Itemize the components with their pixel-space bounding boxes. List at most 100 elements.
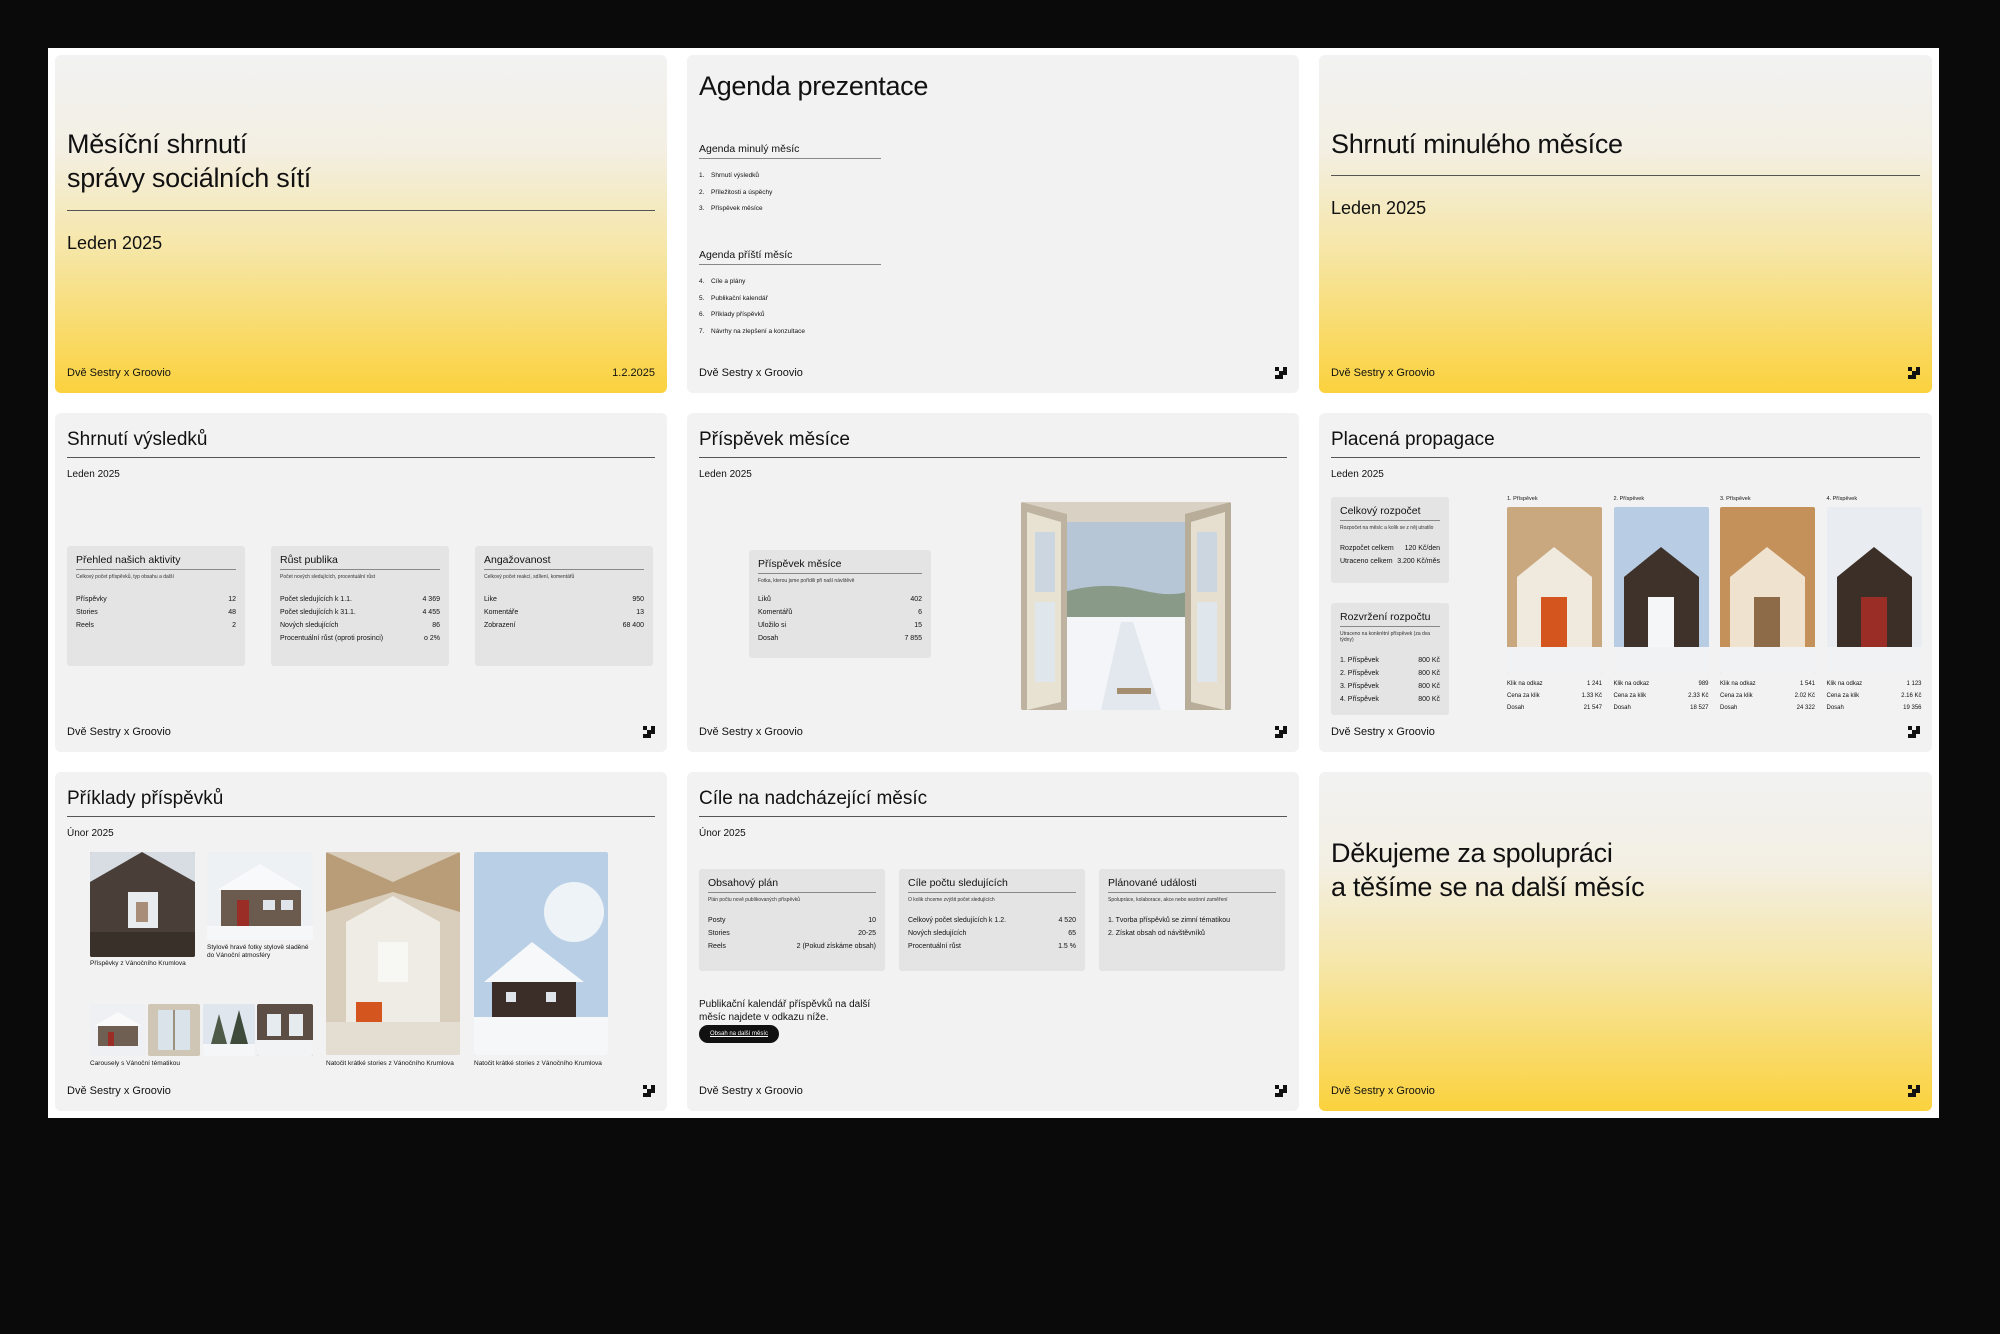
slide-next-goals[interactable]: Cíle na nadcházející měsíc Únor 2025 Obs…	[680, 765, 1306, 1118]
promoted-post-photo	[1507, 507, 1602, 674]
qr-icon	[1275, 726, 1287, 738]
card-title: Obsahový plán	[708, 877, 876, 893]
divider	[699, 816, 1287, 817]
subtitle: Leden 2025	[699, 469, 752, 480]
slide-post-examples[interactable]: Příklady příspěvků Únor 2025 Příspěvky z…	[48, 765, 674, 1118]
stat-label: Příspěvky	[76, 596, 107, 603]
stat-value: 48	[228, 609, 236, 616]
stat-row: 3. Příspěvek 800 Kč	[1340, 683, 1440, 690]
caption-5: Natočit krátké stories z Vánočního Kruml…	[474, 1060, 602, 1067]
caption-4: Natočit krátké stories z Vánočního Kruml…	[326, 1060, 454, 1067]
cabin-window-photo	[90, 852, 195, 957]
agenda-label: Návrhy na zlepšení a konzultace	[711, 327, 805, 335]
agenda-item: 3. Příspěvek měsíce	[699, 205, 763, 212]
stat-label: 2. Získat obsah od návštěvníků	[1108, 930, 1205, 937]
agenda-number: 6.	[699, 311, 705, 318]
stat-value: 4 455	[422, 609, 440, 616]
stat-row: Posty 10	[708, 917, 876, 924]
stat-label: Počet sledujících k 31.1.	[280, 609, 356, 616]
slide-last-month[interactable]: Shrnutí minulého měsíce Leden 2025 Dvě S…	[1312, 48, 1939, 400]
stat-label: Klik na odkaz	[1507, 681, 1543, 687]
stat-label: Dosah	[1720, 705, 1738, 711]
slide-thanks[interactable]: Děkujeme za spolupráci a těšíme se na da…	[1312, 765, 1939, 1118]
agenda-number: 5.	[699, 294, 705, 302]
stat-label: Dosah	[1507, 705, 1525, 711]
stat-card: Plánované události Spolupráce, kolaborace…	[1099, 869, 1285, 971]
stat-label: Dosah	[758, 635, 779, 642]
divider	[67, 457, 655, 458]
subtitle: Únor 2025	[67, 828, 114, 839]
stat-card: Příspěvek měsíce Fotka, kterou jsme poříd…	[749, 550, 931, 658]
slide-results[interactable]: Shrnutí výsledků Leden 2025 Přehled naši…	[48, 406, 674, 759]
subtitle: Leden 2025	[1331, 469, 1384, 480]
stat-card: Obsahový plán Plán počtu nově publikovaný…	[699, 869, 885, 971]
slide-heading: Shrnutí výsledků	[67, 429, 208, 450]
stat-value: 4 520	[1058, 917, 1076, 924]
stat-card: Rozvržení rozpočtu Utraceno na konkrétní …	[1331, 603, 1449, 715]
stat-row: Liků 402	[758, 596, 922, 603]
agenda-label: Shrnutí výsledků	[711, 172, 760, 179]
qr-icon	[1275, 1085, 1287, 1097]
agenda-label: Příklady příspěvků	[711, 311, 765, 318]
stat-label: Klik na odkaz	[1826, 681, 1863, 687]
stat-label: Zobrazení	[484, 622, 516, 629]
stat-row: Like 950	[484, 596, 644, 603]
stat-row: Procentuální růst (oproti prosinci) o 2%	[280, 635, 440, 642]
thanks-line-2: a těšíme se na další měsíc	[1331, 872, 1645, 902]
stat-value: 2	[232, 622, 236, 629]
agenda-past-heading: Agenda minulý měsíc	[699, 143, 881, 159]
stat-value: 20-25	[858, 930, 876, 937]
stat-label: Uložilo si	[758, 622, 787, 629]
footer-brand: Dvě Sestry x Groovio	[1331, 726, 1435, 738]
stat-label: Posty	[708, 917, 726, 924]
stat-row: Cena za klik 2.02 Kč	[1720, 690, 1815, 702]
divider	[1331, 175, 1920, 176]
slide-paid-promo[interactable]: Placená propagace Leden 2025 Celkový roz…	[1312, 406, 1939, 759]
stat-value: 800 Kč	[1418, 670, 1440, 677]
slide-agenda[interactable]: Agenda prezentace Agenda minulý měsíc 1.…	[680, 48, 1306, 400]
stat-value: 18 527	[1690, 705, 1709, 711]
slide-heading: Cíle na nadcházející měsíc	[699, 788, 928, 809]
card-title: Celkový rozpočet	[1340, 505, 1440, 521]
stat-row: Reels 2	[76, 622, 236, 629]
stat-row: Počet sledujících k 1.1. 4 369	[280, 596, 440, 603]
carousel-photo-3	[203, 1004, 255, 1056]
stat-label: 1. Příspěvek	[1340, 657, 1379, 664]
divider	[67, 816, 655, 817]
divider	[1331, 457, 1920, 458]
thanks-heading: Děkujeme za spolupráci a těšíme se na da…	[1331, 836, 1645, 904]
footer-brand: Dvě Sestry x Groovio	[67, 1085, 171, 1097]
qr-icon	[643, 726, 655, 738]
stat-label: Liků	[758, 596, 771, 603]
agenda-item: 4. Cíle a plány	[699, 278, 745, 285]
section-title: Shrnutí minulého měsíce	[1331, 129, 1623, 159]
agenda-title: Agenda prezentace	[699, 71, 929, 101]
stat-value: 989	[1698, 681, 1709, 687]
stat-value: 950	[632, 596, 644, 603]
stat-label: Stories	[708, 930, 730, 937]
post-label: 1. Příspěvek	[1507, 496, 1538, 502]
calendar-link-button[interactable]: Obsah na další měsíc	[699, 1025, 779, 1043]
footer-brand: Dvě Sestry x Groovio	[67, 367, 171, 379]
stat-value: 2.33 Kč	[1688, 693, 1709, 699]
slide-post-of-month[interactable]: Příspěvek měsíce Leden 2025 Příspěvek mě…	[680, 406, 1306, 759]
calendar-note: Publikační kalendář příspěvků na další m…	[699, 999, 871, 1023]
slide-title[interactable]: Měsíční shrnutí správy sociálních sítí L…	[48, 48, 674, 400]
stat-label: Klik na odkaz	[1613, 681, 1650, 687]
slide-title-heading: Měsíční shrnutí správy sociálních sítí	[67, 127, 311, 195]
stat-row: Příspěvky 12	[76, 596, 236, 603]
stat-label: Klik na odkaz	[1720, 681, 1756, 687]
footer-brand: Dvě Sestry x Groovio	[1331, 1085, 1435, 1097]
attic-stories-photo	[326, 852, 460, 1055]
stat-card: Cíle počtu sledujících O kolik chceme zvý…	[899, 869, 1085, 971]
post-label: 2. Příspěvek	[1613, 496, 1645, 502]
stat-row: Dosah 7 855	[758, 635, 922, 642]
thanks-line-1: Děkujeme za spolupráci	[1331, 838, 1613, 868]
carousel-photo-4	[257, 1004, 313, 1056]
stat-label: Reels	[708, 943, 726, 950]
agenda-number: 1.	[699, 172, 705, 179]
